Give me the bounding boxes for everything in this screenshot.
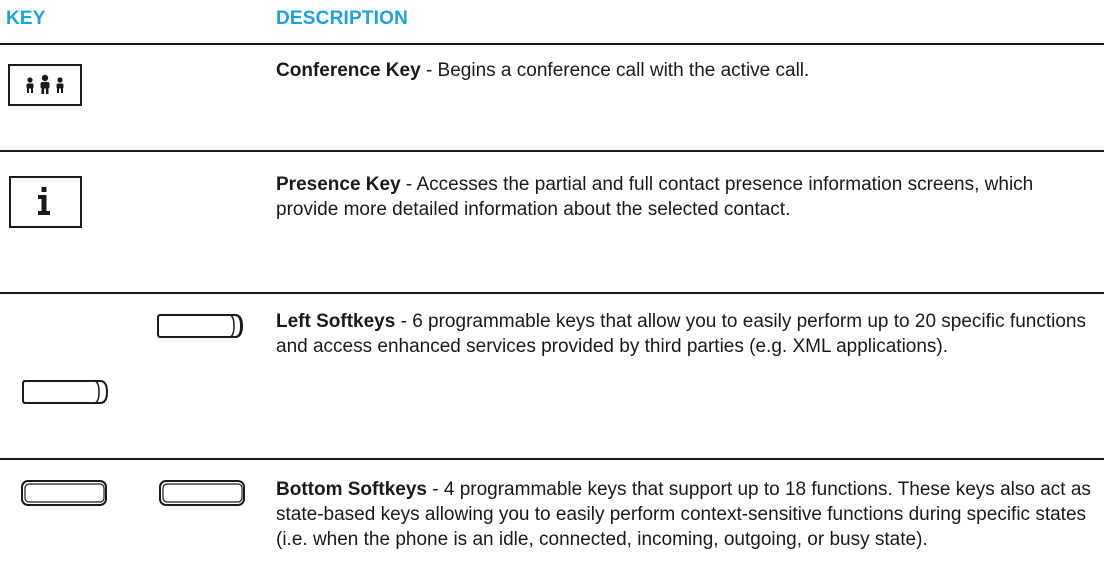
left-softkeys-title: Left Softkeys [276, 311, 396, 332]
conference-key-text: - Begins a conference call with the acti… [420, 60, 810, 81]
conference-people-icon [26, 74, 64, 94]
column-header-key: KEY [6, 8, 46, 29]
bottom-softkeys-description: Bottom Softkeys - 4 programmable keys th… [276, 477, 1096, 552]
bottom-softkeys-title: Bottom Softkeys [276, 479, 427, 500]
row-divider-3 [0, 458, 1104, 460]
conference-key-title: Conference Key [276, 60, 421, 81]
softkey-icon [21, 480, 107, 506]
presence-key-description: Presence Key - Accesses the partial and … [276, 172, 1096, 222]
info-i-icon [38, 187, 50, 215]
conference-key [8, 64, 82, 106]
softkey-icon [159, 480, 245, 506]
softkey-icon [157, 314, 244, 338]
column-header-description: DESCRIPTION [276, 8, 409, 29]
softkey-icon [22, 380, 109, 404]
left-softkeys-description: Left Softkeys - 6 programmable keys that… [276, 309, 1096, 359]
header-divider [0, 43, 1104, 45]
left-softkeys-text: - 6 programmable keys that allow you to … [276, 311, 1086, 357]
presence-key-title: Presence Key [276, 174, 401, 195]
row-divider-2 [0, 292, 1104, 294]
conference-key-description: Conference Key - Begins a conference cal… [276, 58, 1096, 83]
presence-key [9, 176, 82, 228]
row-divider-1 [0, 150, 1104, 152]
